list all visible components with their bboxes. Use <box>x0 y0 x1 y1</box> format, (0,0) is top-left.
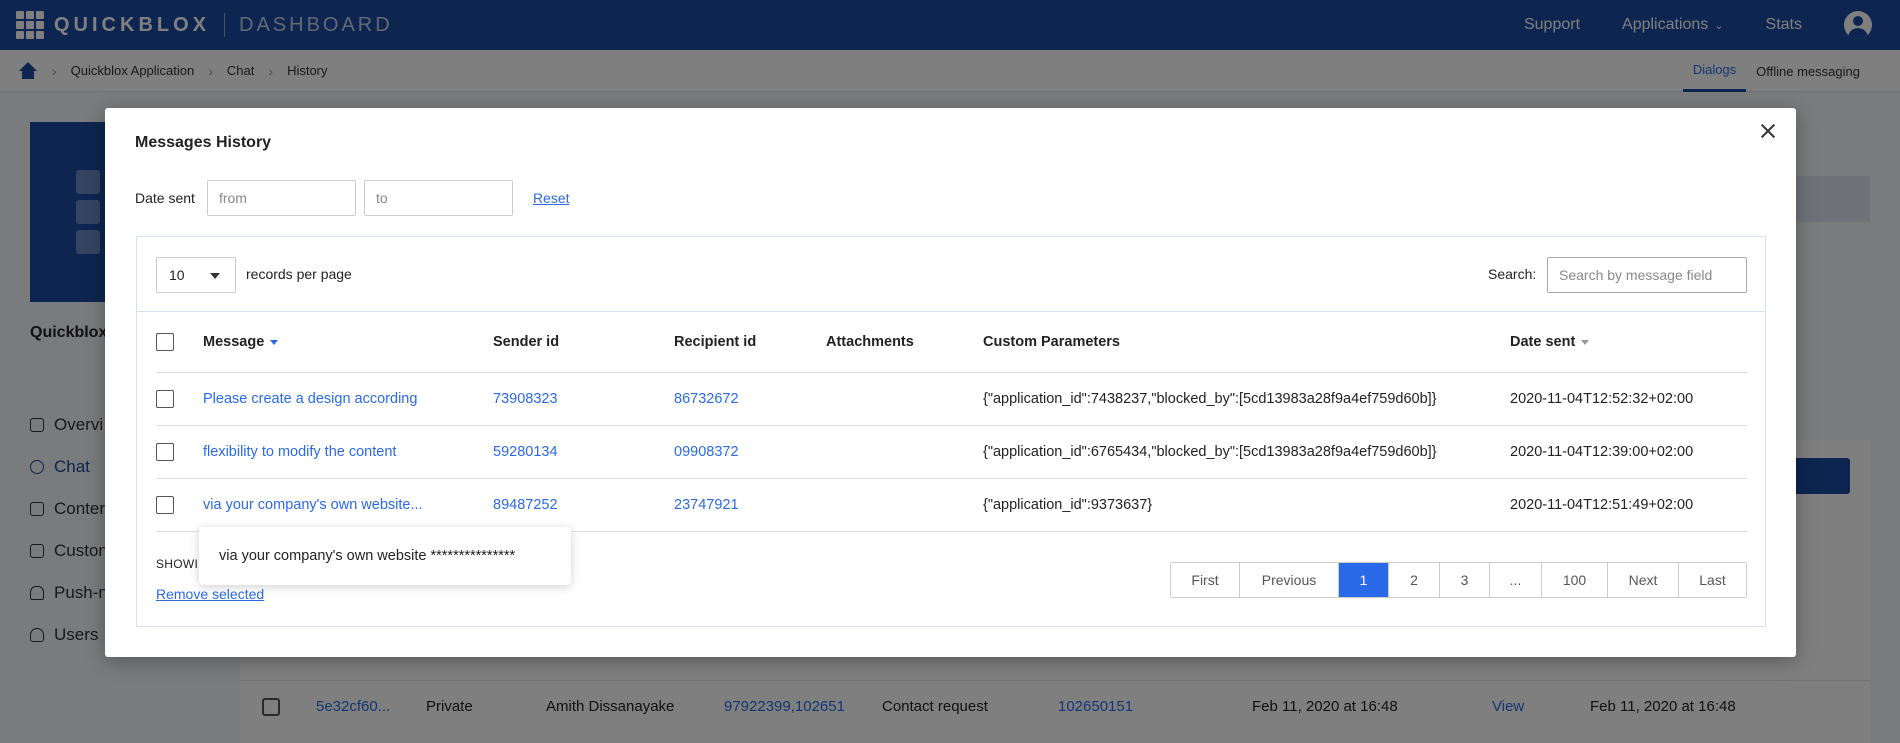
date-sent-label: Date sent <box>135 190 195 206</box>
messages-table-panel: 10 records per page Search: Message Send… <box>136 236 1766 627</box>
records-per-page-label: records per page <box>246 266 352 282</box>
sort-desc-icon <box>270 339 279 345</box>
records-per-page-select[interactable]: 10 <box>156 257 236 293</box>
page-1-button[interactable]: 1 <box>1339 563 1389 597</box>
column-header-message[interactable]: Message <box>203 312 279 372</box>
pagination: First Previous 1 2 3 ... 100 Next Last <box>1170 562 1747 598</box>
date-filter: Date sent Reset <box>135 180 570 216</box>
date-sent-cell: 2020-11-04T12:51:49+02:00 <box>1510 497 1694 513</box>
sort-icon <box>1581 339 1590 345</box>
page-3-button[interactable]: 3 <box>1440 563 1490 597</box>
column-header-sender: Sender id <box>493 334 560 350</box>
message-tooltip: via your company's own website *********… <box>199 527 571 585</box>
table-controls: 10 records per page Search: <box>137 237 1765 312</box>
modal-title: Messages History <box>135 134 272 151</box>
remove-selected-link[interactable]: Remove selected <box>156 586 264 602</box>
close-icon[interactable] <box>1756 119 1780 143</box>
page-first-button[interactable]: First <box>1171 563 1240 597</box>
date-sent-cell: 2020-11-04T12:52:32+02:00 <box>1510 391 1694 407</box>
row-checkbox[interactable] <box>156 496 174 514</box>
custom-parameters-cell: {"application_id":9373637} <box>983 497 1153 513</box>
sender-id-link[interactable]: 89487252 <box>493 479 558 531</box>
message-link[interactable]: via your company's own website... <box>203 479 423 531</box>
column-header-date-sent[interactable]: Date sent <box>1510 312 1590 372</box>
page-previous-button[interactable]: Previous <box>1240 563 1339 597</box>
message-link[interactable]: flexibility to modify the content <box>203 426 396 478</box>
recipient-id-link[interactable]: 23747921 <box>674 479 739 531</box>
table-row: Please create a design according 7390832… <box>156 373 1748 426</box>
messages-history-modal: Messages History Date sent Reset 10 reco… <box>105 108 1796 657</box>
page-last-button[interactable]: Last <box>1679 563 1746 597</box>
date-sent-cell: 2020-11-04T12:39:00+02:00 <box>1510 444 1694 460</box>
table-row: flexibility to modify the content 592801… <box>156 426 1748 479</box>
page-ellipsis: ... <box>1490 563 1542 597</box>
column-header-recipient: Recipient id <box>674 334 757 350</box>
per-page-value: 10 <box>169 267 185 283</box>
search-input[interactable] <box>1547 257 1747 293</box>
page-2-button[interactable]: 2 <box>1389 563 1440 597</box>
row-checkbox[interactable] <box>156 443 174 461</box>
column-header-attachments: Attachments <box>826 334 914 350</box>
caret-down-icon <box>210 273 220 279</box>
search-label: Search: <box>1488 266 1537 282</box>
recipient-id-link[interactable]: 86732672 <box>674 373 739 425</box>
date-from-input[interactable] <box>206 180 356 216</box>
row-checkbox[interactable] <box>156 390 174 408</box>
select-all-cell <box>156 312 174 372</box>
select-all-checkbox[interactable] <box>156 333 174 351</box>
column-header-custom-parameters: Custom Parameters <box>983 334 1120 350</box>
column-label: Date sent <box>1510 334 1576 350</box>
sender-id-link[interactable]: 59280134 <box>493 426 558 478</box>
recipient-id-link[interactable]: 09908372 <box>674 426 739 478</box>
message-link[interactable]: Please create a design according <box>203 373 417 425</box>
custom-parameters-cell: {"application_id":6765434,"blocked_by":[… <box>983 444 1437 460</box>
table-row: via your company's own website... 894872… <box>156 479 1748 532</box>
date-to-input[interactable] <box>363 180 513 216</box>
page-100-button[interactable]: 100 <box>1542 563 1608 597</box>
custom-parameters-cell: {"application_id":7438237,"blocked_by":[… <box>983 391 1437 407</box>
table-header: Message Sender id Recipient id Attachmen… <box>156 312 1748 373</box>
reset-link[interactable]: Reset <box>533 190 570 206</box>
column-label: Message <box>203 334 265 350</box>
page-next-button[interactable]: Next <box>1608 563 1679 597</box>
sender-id-link[interactable]: 73908323 <box>493 373 558 425</box>
